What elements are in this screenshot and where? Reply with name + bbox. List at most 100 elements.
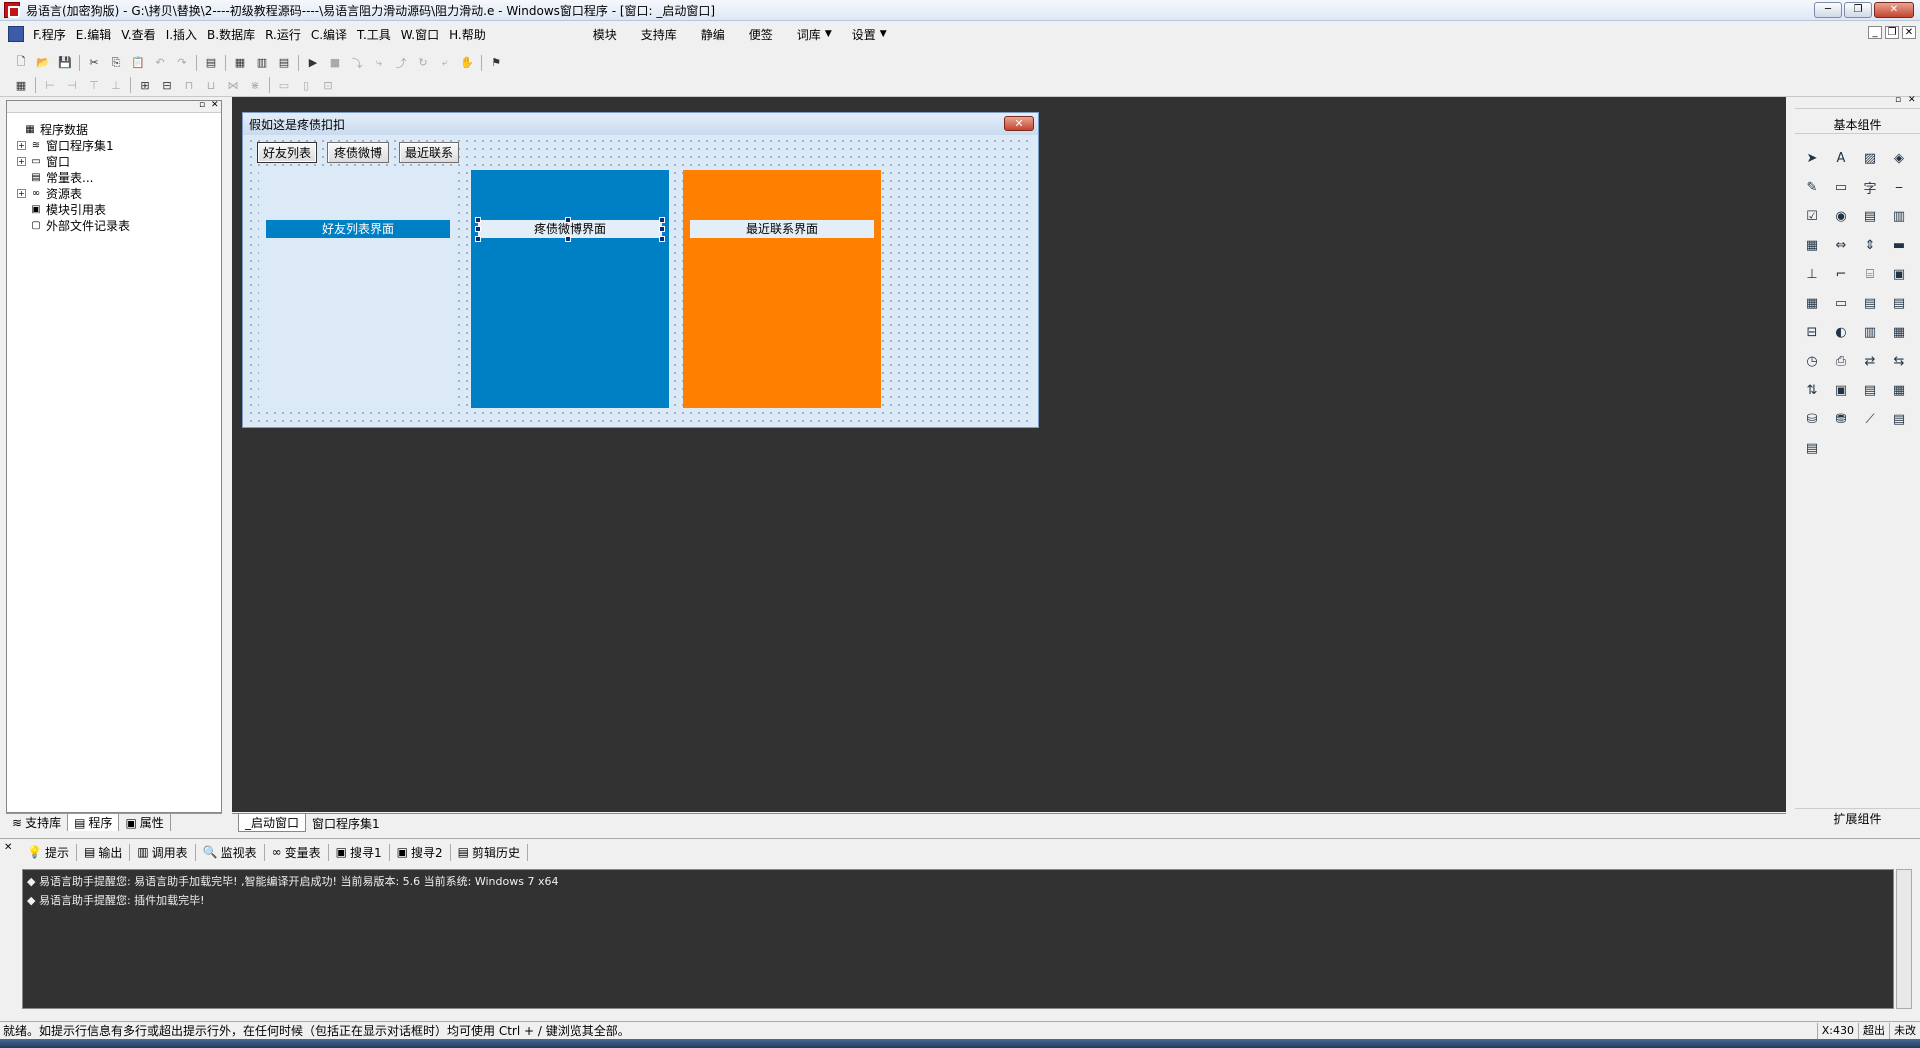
- db2-icon[interactable]: ⛃: [1830, 408, 1852, 430]
- stop-icon[interactable]: ■: [326, 54, 344, 72]
- form-window[interactable]: 假如这是疼债扣扣 ✕ 好友列表 疼债微博 最近联系 好友列表界面 疼债微博界面: [242, 112, 1039, 428]
- tree-node[interactable]: + ▭ 窗口: [11, 153, 130, 169]
- redo-icon[interactable]: ↷: [173, 54, 191, 72]
- pin-icon[interactable]: ▫: [1895, 95, 1901, 105]
- char-icon[interactable]: 字: [1859, 176, 1881, 198]
- tabs-icon[interactable]: ⊟: [1801, 321, 1823, 343]
- tab-properties[interactable]: ▣ 属性: [119, 814, 171, 831]
- menu-compile[interactable]: C.编译: [306, 26, 352, 43]
- space-v-icon[interactable]: ⋇: [246, 76, 264, 94]
- friends-list-button[interactable]: 好友列表: [257, 142, 317, 163]
- weibo-button[interactable]: 疼债微博: [327, 142, 389, 163]
- menu-notes[interactable]: 便签: [737, 26, 785, 43]
- listbox-icon[interactable]: ▥: [1888, 205, 1910, 227]
- expand-icon[interactable]: +: [17, 140, 26, 150]
- align-center-icon[interactable]: ⊣: [63, 76, 81, 94]
- menu-insert[interactable]: I.插入: [161, 26, 202, 43]
- extended-components-title[interactable]: 扩展组件: [1795, 808, 1920, 828]
- odbc2-icon[interactable]: ▤: [1801, 437, 1823, 459]
- combobox-icon[interactable]: ▤: [1859, 205, 1881, 227]
- picture-icon[interactable]: ▨: [1859, 147, 1881, 169]
- recent-contacts-label[interactable]: 最近联系界面: [690, 220, 874, 238]
- menu-edit[interactable]: E.编辑: [71, 26, 116, 43]
- output-text-area[interactable]: ◆ 易语言助手提醒您: 易语言助手加载完毕! ,智能编译开启成功! 当前易版本:…: [22, 869, 1894, 1009]
- tab-startup-window[interactable]: _启动窗口: [238, 814, 307, 832]
- tool-icon[interactable]: ⌸: [1859, 263, 1881, 285]
- label-icon[interactable]: A: [1830, 147, 1852, 169]
- resize-handle[interactable]: [475, 226, 481, 232]
- net-icon[interactable]: ⇄: [1859, 350, 1881, 372]
- run-icon[interactable]: ▶: [304, 54, 322, 72]
- pin-icon[interactable]: ▫: [199, 100, 205, 110]
- recent-contacts-panel[interactable]: 最近联系界面: [683, 170, 881, 408]
- menu-help[interactable]: H.帮助: [444, 26, 491, 43]
- weibo-panel[interactable]: 疼债微博界面: [471, 170, 669, 408]
- image-box-icon[interactable]: ▣: [1888, 263, 1910, 285]
- menu-window[interactable]: W.窗口: [396, 26, 444, 43]
- layout1-icon[interactable]: ▦: [231, 54, 249, 72]
- center-v-icon[interactable]: ⊟: [158, 76, 176, 94]
- align-bottom-icon[interactable]: ⊥: [107, 76, 125, 94]
- printer-icon[interactable]: ⎙: [1830, 350, 1852, 372]
- restore-button[interactable]: ❐: [1844, 2, 1872, 18]
- menu-static-compile[interactable]: 静编: [689, 26, 737, 43]
- step-over-icon[interactable]: ⤴: [392, 54, 410, 72]
- step-icon[interactable]: ⤵: [348, 54, 366, 72]
- tab-window-assembly[interactable]: 窗口程序集1: [306, 814, 386, 832]
- menu-database[interactable]: B.数据库: [202, 26, 260, 43]
- run-to-cursor-icon[interactable]: ⤶: [436, 54, 454, 72]
- resize-handle[interactable]: [565, 236, 571, 242]
- odbc-icon[interactable]: ▤: [1888, 408, 1910, 430]
- basic-components-title[interactable]: 基本组件: [1795, 116, 1920, 134]
- size-icon[interactable]: ▭: [275, 76, 293, 94]
- textbox-icon[interactable]: ▭: [1830, 292, 1852, 314]
- panel-close-icon[interactable]: ✕: [1908, 95, 1916, 105]
- menu-support-lib[interactable]: 支持库: [629, 26, 689, 43]
- menu-run[interactable]: R.运行: [260, 26, 306, 43]
- expand-icon[interactable]: +: [17, 156, 26, 166]
- calendar-icon[interactable]: ▦: [1888, 321, 1910, 343]
- splitter-icon[interactable]: ▥: [1859, 321, 1881, 343]
- tree-node[interactable]: ▣ 模块引用表: [11, 201, 130, 217]
- layout3-icon[interactable]: ▤: [275, 54, 293, 72]
- recent-contacts-button[interactable]: 最近联系: [399, 142, 459, 163]
- chevron-down-icon[interactable]: ▼: [880, 29, 887, 39]
- shape-icon[interactable]: ◈: [1888, 147, 1910, 169]
- resize-handle[interactable]: [565, 217, 571, 223]
- same-height-icon[interactable]: ⊔: [202, 76, 220, 94]
- menu-program[interactable]: F.程序: [28, 26, 71, 43]
- tab-output-3[interactable]: 🔍 监视表: [196, 843, 265, 861]
- resize-handle[interactable]: [659, 217, 665, 223]
- frame-icon[interactable]: ▭: [1830, 176, 1852, 198]
- mdi-minimize-button[interactable]: _: [1868, 26, 1882, 39]
- line-icon[interactable]: ⎯: [1888, 176, 1910, 198]
- open-folder-icon[interactable]: 📂: [34, 54, 52, 72]
- friends-list-label[interactable]: 好友列表界面: [266, 220, 450, 238]
- close-button[interactable]: ✕: [1874, 2, 1914, 18]
- tree-node[interactable]: ▢ 外部文件记录表: [11, 217, 130, 233]
- friends-list-panel[interactable]: 好友列表界面: [259, 170, 457, 408]
- paste-icon[interactable]: 📋: [129, 54, 147, 72]
- resize-handle[interactable]: [475, 236, 481, 242]
- form-client-area[interactable]: 好友列表 疼债微博 最近联系 好友列表界面 疼债微博界面 最近联系界面: [247, 137, 1034, 423]
- minimize-button[interactable]: ─: [1814, 2, 1842, 18]
- server-icon[interactable]: ⇅: [1801, 379, 1823, 401]
- tab-program[interactable]: ▤ 程序: [68, 814, 120, 831]
- grid-icon[interactable]: ▦: [12, 76, 30, 94]
- space-h-icon[interactable]: ⋈: [224, 76, 242, 94]
- edit-icon[interactable]: ✎: [1801, 176, 1823, 198]
- tab-output-1[interactable]: ▤ 输出: [77, 843, 131, 861]
- cut-icon[interactable]: ✂: [85, 54, 103, 72]
- center-h-icon[interactable]: ⊞: [136, 76, 154, 94]
- menu-view[interactable]: V.查看: [116, 26, 160, 43]
- find-icon[interactable]: ▤: [202, 54, 220, 72]
- scroll-icon[interactable]: ⇔: [1830, 234, 1852, 256]
- copy-icon[interactable]: ⎘: [107, 54, 125, 72]
- mdi-restore-button[interactable]: ❐: [1885, 26, 1899, 39]
- tab-output-2[interactable]: ▥ 调用表: [130, 843, 196, 861]
- pointer-icon[interactable]: ➤: [1801, 147, 1823, 169]
- tree-node[interactable]: ▦ 程序数据: [11, 121, 130, 137]
- form-close-button[interactable]: ✕: [1004, 116, 1034, 131]
- undo-icon[interactable]: ↶: [151, 54, 169, 72]
- chevron-down-icon[interactable]: ▼: [825, 29, 832, 39]
